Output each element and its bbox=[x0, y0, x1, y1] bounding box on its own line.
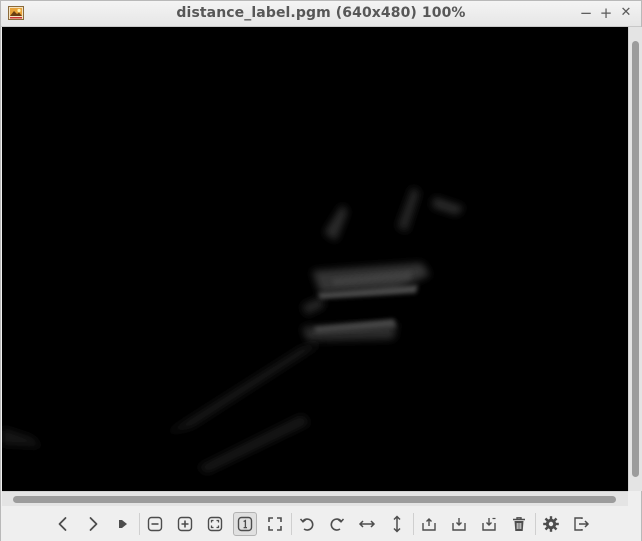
toolbar-separator bbox=[535, 513, 536, 535]
flip-vertical-button[interactable] bbox=[385, 512, 409, 536]
title-bar[interactable]: distance_label.pgm (640x480) 100% − + ✕ bbox=[1, 1, 641, 27]
bottom-toolbar bbox=[1, 507, 641, 541]
horizontal-scrollbar-thumb[interactable] bbox=[13, 496, 616, 503]
rotate-right-button[interactable] bbox=[325, 512, 349, 536]
minimize-button[interactable]: − bbox=[578, 4, 594, 22]
rotate-left-icon bbox=[299, 518, 314, 531]
fullscreen-icon bbox=[268, 517, 282, 531]
zoom-fit-icon bbox=[207, 516, 223, 532]
save-button[interactable] bbox=[447, 512, 471, 536]
maximize-button[interactable]: + bbox=[598, 4, 614, 22]
next-icon bbox=[89, 517, 98, 531]
previous-image-button[interactable] bbox=[51, 512, 75, 536]
settings-icon bbox=[543, 516, 559, 532]
toolbar-separator bbox=[291, 513, 292, 535]
save-icon bbox=[452, 518, 466, 531]
image-content bbox=[2, 27, 628, 491]
previous-icon bbox=[58, 517, 67, 531]
exit-icon bbox=[574, 517, 590, 531]
flip-horizontal-button[interactable] bbox=[355, 512, 379, 536]
save-as-icon bbox=[482, 517, 496, 531]
toolbar-separator bbox=[139, 513, 140, 535]
zoom-in-icon bbox=[177, 516, 193, 532]
delete-button[interactable] bbox=[507, 512, 531, 536]
zoom-out-icon bbox=[147, 516, 163, 532]
zoom-100-icon bbox=[237, 516, 253, 532]
slideshow-play-icon bbox=[119, 520, 127, 528]
next-image-button[interactable] bbox=[81, 512, 105, 536]
save-as-button[interactable] bbox=[477, 512, 501, 536]
zoom-out-button[interactable] bbox=[143, 512, 167, 536]
slideshow-button[interactable] bbox=[111, 512, 135, 536]
open-icon bbox=[422, 518, 436, 531]
image-canvas[interactable] bbox=[2, 27, 628, 491]
close-button[interactable]: ✕ bbox=[618, 4, 634, 22]
flip-horizontal-icon bbox=[358, 520, 376, 528]
vertical-scrollbar[interactable] bbox=[628, 27, 642, 491]
exit-button[interactable] bbox=[569, 512, 593, 536]
settings-button[interactable] bbox=[539, 512, 563, 536]
vertical-scrollbar-thumb[interactable] bbox=[632, 41, 639, 477]
zoom-fit-button[interactable] bbox=[203, 512, 227, 536]
window-title: distance_label.pgm (640x480) 100% bbox=[176, 5, 466, 21]
delete-icon bbox=[513, 517, 525, 531]
toolbar-separator bbox=[413, 513, 414, 535]
image-viewer-window: distance_label.pgm (640x480) 100% − + ✕ bbox=[0, 0, 642, 541]
zoom-100-button[interactable] bbox=[233, 512, 257, 536]
fullscreen-button[interactable] bbox=[263, 512, 287, 536]
horizontal-scrollbar[interactable] bbox=[2, 491, 628, 506]
flip-vertical-icon bbox=[393, 515, 401, 533]
open-button[interactable] bbox=[417, 512, 441, 536]
rotate-left-button[interactable] bbox=[295, 512, 319, 536]
zoom-in-button[interactable] bbox=[173, 512, 197, 536]
rotate-right-icon bbox=[330, 518, 345, 531]
